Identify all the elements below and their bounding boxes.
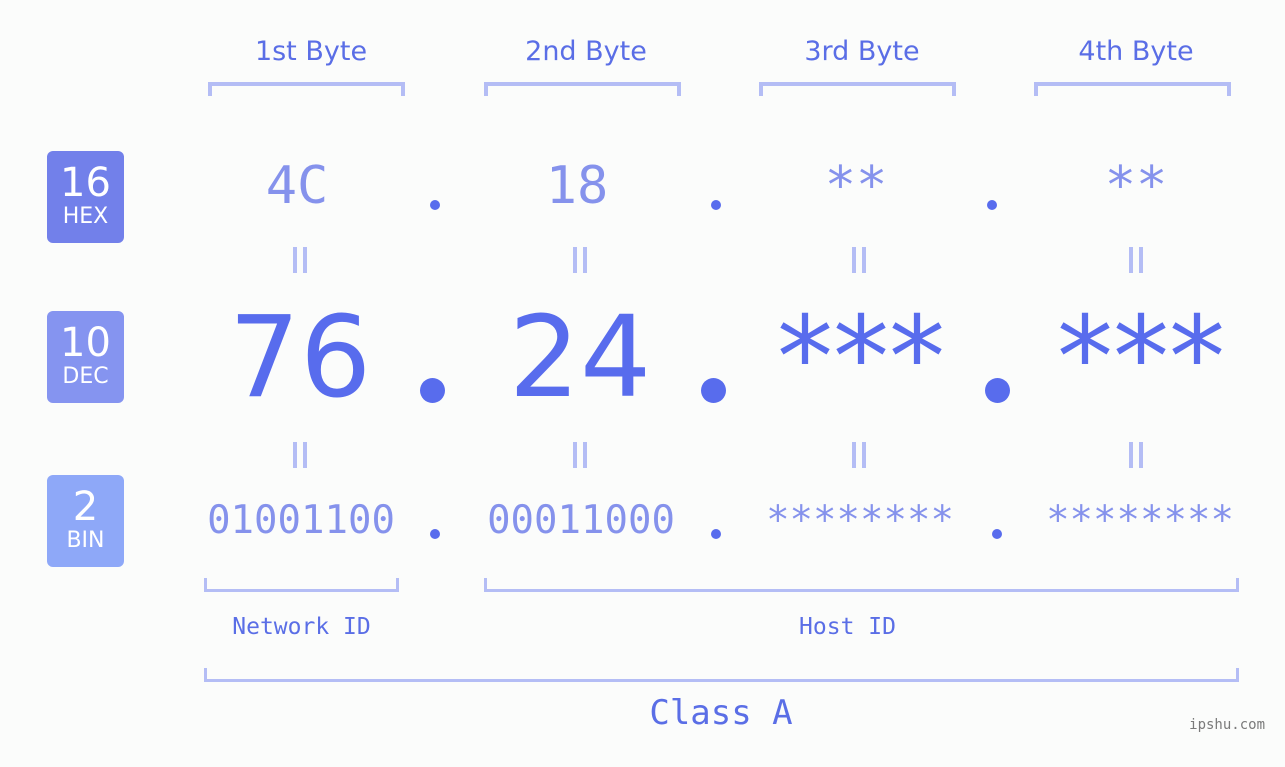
bin-byte-1: 01001100 xyxy=(207,498,395,543)
host-id-label: Host ID xyxy=(799,614,896,640)
dec-badge-label: DEC xyxy=(62,364,109,389)
byte-bracket-1 xyxy=(208,82,405,96)
dec-badge-number: 10 xyxy=(60,320,111,366)
dec-byte-3: *** xyxy=(777,293,945,423)
equals-icon xyxy=(293,442,307,468)
hex-byte-2: 18 xyxy=(545,156,609,216)
site-watermark: ipshu.com xyxy=(1189,717,1265,733)
bin-badge: 2 BIN xyxy=(47,475,124,567)
byte-bracket-3 xyxy=(759,82,956,96)
bin-separator-dot xyxy=(711,529,721,539)
network-id-label: Network ID xyxy=(232,614,371,640)
equals-icon xyxy=(1129,442,1143,468)
bin-byte-2: 00011000 xyxy=(487,498,675,543)
host-id-bracket xyxy=(484,578,1239,592)
equals-icon xyxy=(573,247,587,273)
hex-byte-4: ** xyxy=(1104,156,1168,216)
byte-header-4: 4th Byte xyxy=(1078,36,1194,67)
bin-badge-label: BIN xyxy=(66,528,105,553)
hex-byte-3: ** xyxy=(824,156,888,216)
dec-separator-dot xyxy=(420,378,445,403)
dec-badge: 10 DEC xyxy=(47,311,124,403)
network-id-bracket xyxy=(204,578,399,592)
bin-separator-dot xyxy=(430,529,440,539)
bin-separator-dot xyxy=(992,529,1002,539)
byte-header-2: 2nd Byte xyxy=(525,36,647,67)
hex-separator-dot xyxy=(711,200,721,210)
dec-byte-2: 24 xyxy=(508,293,652,423)
hex-byte-1: 4C xyxy=(265,156,329,216)
equals-icon xyxy=(1129,247,1143,273)
dec-separator-dot xyxy=(985,378,1010,403)
hex-badge: 16 HEX xyxy=(47,151,124,243)
bin-byte-4: ******** xyxy=(1046,498,1234,543)
equals-icon xyxy=(293,247,307,273)
byte-header-1: 1st Byte xyxy=(254,36,368,67)
hex-badge-label: HEX xyxy=(62,204,109,229)
hex-separator-dot xyxy=(430,200,440,210)
byte-bracket-4 xyxy=(1034,82,1231,96)
equals-icon xyxy=(852,442,866,468)
equals-icon xyxy=(573,442,587,468)
dec-byte-4: *** xyxy=(1057,293,1225,423)
bin-badge-number: 2 xyxy=(72,484,99,530)
dec-separator-dot xyxy=(701,378,726,403)
hex-separator-dot xyxy=(987,200,997,210)
bin-byte-3: ******** xyxy=(766,498,954,543)
ip-class-label: Class A xyxy=(649,693,793,733)
dec-byte-1: 76 xyxy=(228,293,372,423)
byte-header-3: 3rd Byte xyxy=(804,36,920,67)
equals-icon xyxy=(852,247,866,273)
class-bracket xyxy=(204,668,1239,682)
byte-bracket-2 xyxy=(484,82,681,96)
hex-badge-number: 16 xyxy=(60,160,111,206)
